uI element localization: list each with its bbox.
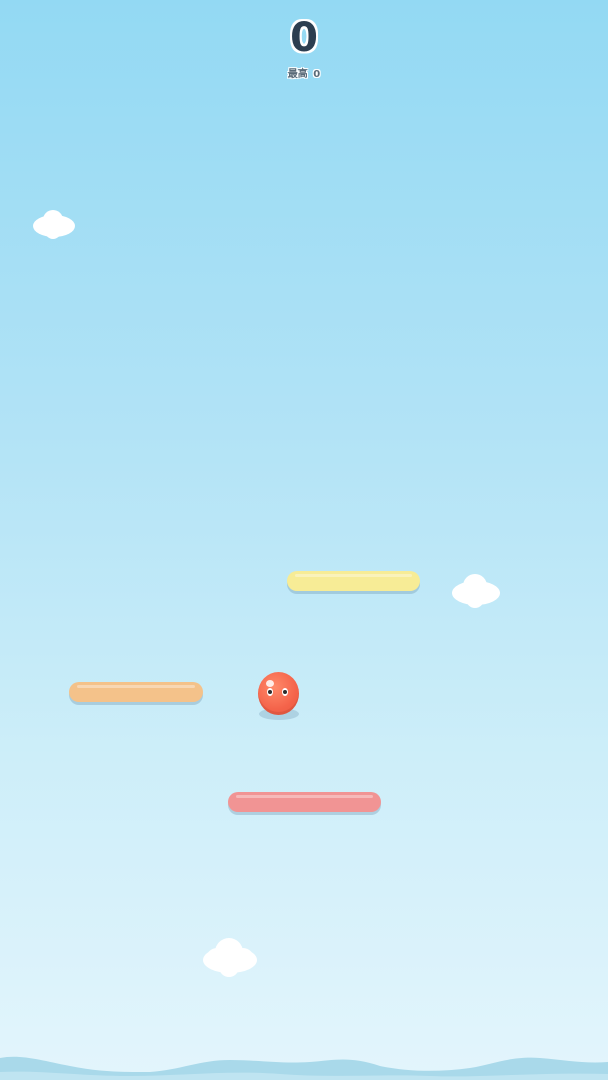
cloud-icon [203, 938, 257, 977]
player-ball-icon [258, 672, 299, 715]
game-stage[interactable]: 0 最高 0 [0, 0, 608, 1080]
best-score-label: 最高 [287, 69, 308, 80]
ball-shine [266, 680, 274, 687]
hud: 0 最高 0 [0, 14, 608, 81]
ball-right-eye [282, 688, 288, 696]
best-score-value: 0 [313, 69, 321, 80]
platform-pink [228, 792, 381, 812]
score-counter: 0 [290, 15, 318, 61]
ball-left-eye [267, 688, 273, 696]
ground-hills [0, 1056, 608, 1080]
cloud-icon [33, 210, 75, 239]
platform-yellow [287, 571, 420, 591]
platform-orange [69, 682, 203, 702]
cloud-icon [452, 574, 500, 608]
best-score: 最高 0 [287, 65, 321, 80]
